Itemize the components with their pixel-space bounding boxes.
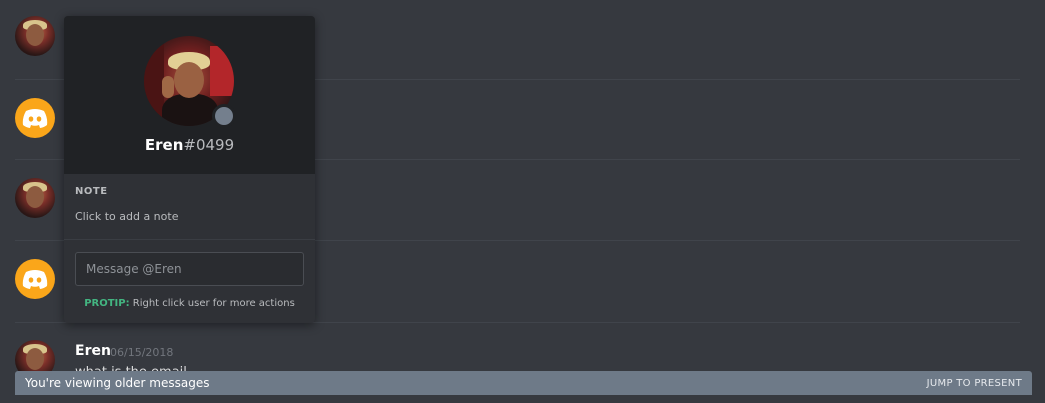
profile-username: Eren#0499 [64, 136, 315, 154]
user-avatar[interactable] [15, 178, 55, 218]
protip-text: Right click user for more actions [129, 298, 295, 309]
jump-to-present-button[interactable]: JUMP TO PRESENT [927, 378, 1022, 389]
user-profile-popout: Eren#0499 NOTE Click to add a note PROTI… [64, 16, 315, 323]
message-timestamp: 06/15/2018 [110, 346, 174, 359]
message-user-input[interactable] [75, 252, 304, 286]
discord-logo-icon [22, 109, 48, 128]
message-author[interactable]: Eren [75, 343, 111, 359]
protip: PROTIP: Right click user for more action… [64, 298, 315, 309]
protip-label: PROTIP: [84, 298, 130, 309]
note-title: NOTE [75, 186, 108, 197]
discord-logo-icon [22, 270, 48, 289]
user-avatar[interactable] [15, 16, 55, 56]
older-messages-bar: You're viewing older messages JUMP TO PR… [15, 371, 1032, 395]
popout-header: Eren#0499 [64, 16, 315, 174]
popout-divider [64, 239, 315, 240]
discord-avatar[interactable] [15, 98, 55, 138]
discriminator-text: #0499 [183, 136, 235, 154]
older-messages-text: You're viewing older messages [25, 376, 210, 390]
username-text: Eren [144, 136, 184, 154]
status-offline-icon [212, 104, 236, 128]
note-field[interactable]: Click to add a note [75, 210, 178, 223]
discord-avatar[interactable] [15, 259, 55, 299]
